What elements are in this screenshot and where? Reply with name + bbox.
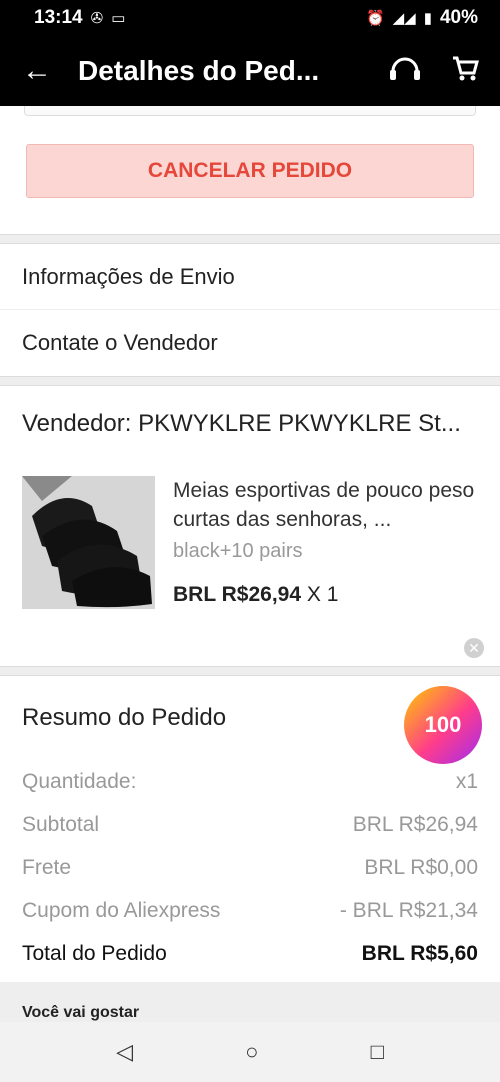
page-title: Detalhes do Ped...: [78, 55, 320, 86]
nav-recents-icon[interactable]: □: [371, 1039, 384, 1065]
product-image[interactable]: [22, 476, 155, 609]
contact-seller-link[interactable]: Contate o Vendedor: [0, 310, 500, 376]
summary-row-total: Total do Pedido BRL R$5,60: [22, 932, 478, 975]
app-bar: ← Detalhes do Ped...: [0, 36, 500, 106]
seller-name[interactable]: Vendedor: PKWYKLRE PKWYKLRE St...: [0, 386, 500, 448]
product-name: Meias esportivas de pouco peso curtas da…: [173, 479, 475, 531]
android-nav-bar: ◁ ○ □: [0, 1022, 500, 1082]
product-item[interactable]: Meias esportivas de pouco peso curtas da…: [0, 448, 500, 666]
section-divider: [0, 666, 500, 676]
recommendations-header: Você vai gostar: [0, 982, 500, 1022]
summary-label: Quantidade:: [22, 769, 137, 793]
nav-back-icon[interactable]: ◁: [116, 1039, 133, 1065]
nav-home-icon[interactable]: ○: [245, 1039, 258, 1065]
cancel-order-button[interactable]: CANCELAR PEDIDO: [26, 144, 474, 198]
summary-value: BRL R$0,00: [364, 855, 478, 879]
product-quantity: X 1: [306, 583, 339, 606]
summary-value: BRL R$26,94: [352, 812, 478, 836]
summary-label: Cupom do Aliexpress: [22, 898, 221, 922]
summary-value: x1: [455, 769, 478, 793]
summary-row-quantity: Quantidade: x1: [22, 760, 478, 803]
battery-icon: ▮: [423, 10, 432, 27]
support-headset-icon[interactable]: [388, 53, 422, 90]
summary-label: Frete: [22, 855, 72, 879]
battery-level: 40%: [439, 7, 478, 28]
summary-value: - BRL R$21,34: [339, 898, 478, 922]
alarm-icon: ⏰: [365, 10, 385, 27]
order-summary: Resumo do Pedido 100 Quantidade: x1 Subt…: [0, 676, 500, 975]
back-arrow-icon[interactable]: ←: [22, 54, 78, 88]
cart-icon[interactable]: [450, 53, 480, 90]
product-price: BRL R$26,94: [173, 583, 302, 606]
product-price-line: BRL R$26,94 X 1: [173, 583, 478, 607]
notification-icon: ✇: [90, 10, 104, 27]
signal-icon: ◢◢: [392, 10, 416, 27]
shipping-info-link[interactable]: Informações de Envio: [0, 244, 500, 310]
actions-section: CANCELAR PEDIDO: [0, 106, 500, 234]
summary-row-coupon: Cupom do Aliexpress - BRL R$21,34: [22, 889, 478, 932]
section-divider: [0, 234, 500, 244]
summary-label: Subtotal: [22, 812, 100, 836]
status-time: 13:14: [34, 7, 83, 28]
close-icon[interactable]: ✕: [464, 638, 484, 658]
section-divider: [0, 376, 500, 386]
total-value: BRL R$5,60: [361, 941, 478, 965]
summary-row-subtotal: Subtotal BRL R$26,94: [22, 803, 478, 846]
total-label: Total do Pedido: [22, 941, 167, 965]
status-bar: 13:14 ✇ ▭ ⏰ ◢◢ ▮ 40%: [0, 0, 500, 36]
previous-card-edge: [24, 106, 476, 116]
screen-icon: ▭: [111, 10, 126, 27]
summary-row-shipping: Frete BRL R$0,00: [22, 846, 478, 889]
product-variant: black+10 pairs: [173, 540, 303, 562]
coins-badge[interactable]: 100: [404, 686, 482, 764]
